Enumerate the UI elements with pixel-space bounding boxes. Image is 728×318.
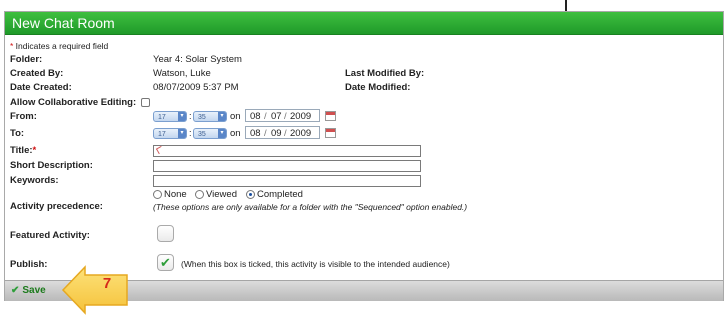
- from-hour-select[interactable]: 17 ▾: [153, 111, 187, 122]
- folder-value: Year 4: Solar System: [153, 54, 242, 65]
- chevron-down-icon: ▾: [178, 112, 186, 121]
- precedence-completed-label: Completed: [257, 189, 303, 200]
- save-button[interactable]: ✔ Save: [11, 285, 46, 297]
- precedence-note: (These options are only available for a …: [153, 202, 468, 212]
- time-colon: :: [189, 128, 192, 138]
- short-description-input[interactable]: [153, 160, 421, 172]
- publish-label: Publish:: [10, 259, 48, 270]
- date-modified-label: Date Modified:: [345, 82, 411, 93]
- chevron-down-icon: ▾: [178, 129, 186, 138]
- collab-editing-label: Allow Collaborative Editing:: [10, 97, 137, 108]
- chat-room-dialog: New Chat Room * Indicates a required fie…: [4, 11, 724, 301]
- date-separator: /: [284, 128, 287, 139]
- activity-precedence-label: Activity precedence:: [10, 201, 103, 212]
- step-number: 7: [102, 275, 112, 292]
- chevron-down-icon: ▾: [218, 129, 226, 138]
- to-hour-select[interactable]: 17 ▾: [153, 128, 187, 139]
- from-day: 08: [250, 111, 261, 122]
- from-month: 07: [271, 111, 282, 122]
- date-created-label: Date Created:: [10, 82, 72, 93]
- from-label: From:: [10, 111, 37, 122]
- created-by-label: Created By:: [10, 68, 64, 79]
- to-minute-value: 35: [198, 131, 206, 138]
- from-minute-value: 35: [198, 114, 206, 121]
- step-callout: 7: [61, 265, 131, 315]
- precedence-viewed-label: Viewed: [206, 189, 237, 200]
- from-date-input[interactable]: 08 / 07 / 2009: [245, 109, 320, 122]
- to-year: 2009: [290, 128, 312, 139]
- required-notice-text: Indicates a required field: [13, 41, 109, 51]
- to-date-input[interactable]: 08 / 09 / 2009: [245, 126, 320, 139]
- to-month: 09: [271, 128, 282, 139]
- folder-label: Folder:: [10, 54, 43, 65]
- time-colon: :: [189, 111, 192, 121]
- precedence-none-label: None: [164, 189, 187, 200]
- save-button-label: Save: [22, 285, 46, 296]
- title-input[interactable]: [153, 145, 421, 157]
- checkmark-icon: ✔: [11, 285, 20, 296]
- from-on-label: on: [230, 111, 241, 122]
- created-by-value: Watson, Luke: [153, 68, 211, 79]
- date-created-value: 08/07/2009 5:37 PM: [153, 82, 239, 93]
- featured-activity-checkbox[interactable]: [157, 225, 174, 242]
- cursor-line: [565, 0, 567, 11]
- publish-checkbox[interactable]: ✔: [157, 254, 174, 271]
- keywords-label: Keywords:: [10, 175, 59, 186]
- date-separator: /: [264, 111, 267, 122]
- featured-activity-label: Featured Activity:: [10, 230, 90, 241]
- required-notice: * Indicates a required field: [10, 41, 108, 52]
- to-hour-value: 17: [158, 131, 166, 138]
- date-separator: /: [284, 111, 287, 122]
- dialog-title: New Chat Room: [12, 15, 115, 31]
- to-label: To:: [10, 128, 25, 139]
- from-hour-value: 17: [158, 114, 166, 121]
- to-on-label: on: [230, 128, 241, 139]
- title-required-asterisk: *: [32, 145, 37, 156]
- title-label: Title:*: [10, 145, 36, 156]
- keywords-input[interactable]: [153, 175, 421, 187]
- precedence-viewed-radio[interactable]: [195, 190, 204, 199]
- precedence-none-radio[interactable]: [153, 190, 162, 199]
- title-label-text: Title:: [10, 145, 33, 156]
- required-marker-icon: [155, 145, 165, 155]
- date-separator: /: [264, 128, 267, 139]
- to-minute-select[interactable]: 35 ▾: [193, 128, 227, 139]
- to-day: 08: [250, 128, 261, 139]
- collab-editing-checkbox[interactable]: [141, 98, 150, 107]
- publish-note: (When this box is ticked, this activity …: [181, 259, 450, 269]
- last-modified-by-label: Last Modified By:: [345, 68, 425, 79]
- from-year: 2009: [290, 111, 312, 122]
- to-calendar-icon[interactable]: [325, 128, 336, 138]
- check-icon: ✔: [160, 255, 171, 270]
- from-calendar-icon[interactable]: [325, 111, 336, 121]
- dialog-titlebar: New Chat Room: [5, 12, 723, 35]
- from-minute-select[interactable]: 35 ▾: [193, 111, 227, 122]
- chevron-down-icon: ▾: [218, 112, 226, 121]
- short-description-label: Short Description:: [10, 160, 93, 171]
- precedence-completed-radio[interactable]: [246, 190, 255, 199]
